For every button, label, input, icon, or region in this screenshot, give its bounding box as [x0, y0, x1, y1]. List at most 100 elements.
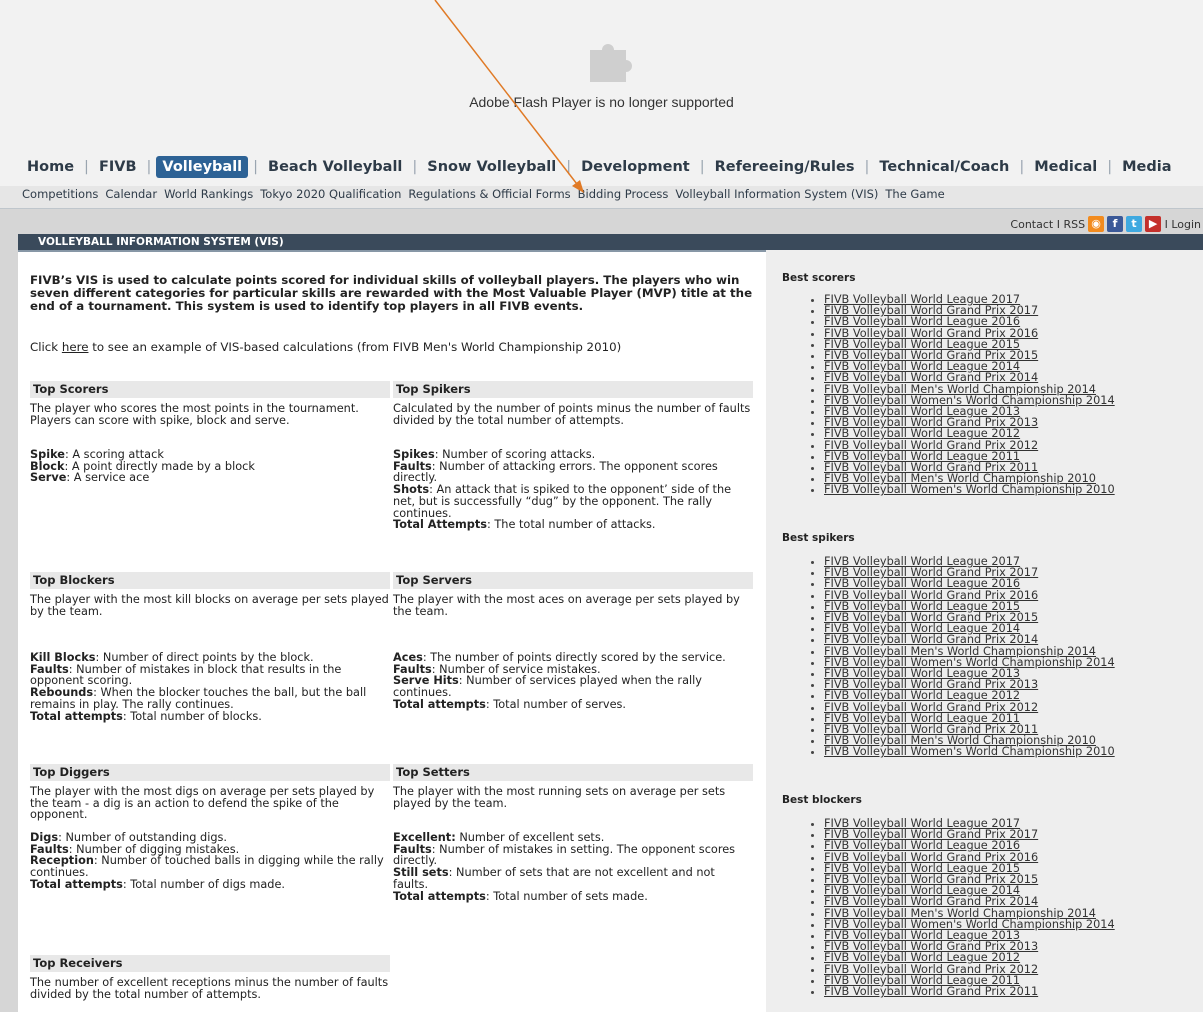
section-top-diggers: Top Diggers The player with the most digs…	[30, 764, 390, 891]
section-description: The number of excellent receptions minus…	[30, 976, 389, 1001]
best-scorers-heading: Best scorers	[782, 272, 856, 284]
sub-navigation: Competitions Calendar World Rankings Tokyo …	[0, 186, 1203, 209]
example-text-before: Click	[30, 340, 62, 354]
best-blockers-heading: Best blockers	[782, 794, 862, 806]
main-nav-label: Home	[27, 159, 75, 175]
main-nav-item-fivb[interactable]: FIVB	[94, 157, 142, 177]
section-description: The player with the most aces on average…	[393, 593, 740, 618]
section-top-spikers: Top Spikers Calculated by the number of p…	[393, 381, 753, 531]
nav-separator: |	[864, 159, 870, 175]
sidebar-link[interactable]: FIVB Volleyball World Grand Prix 2011	[824, 985, 1038, 998]
section-description: The player with the most running sets on…	[393, 785, 726, 810]
definition-text: : An attack that is spiked to the oppone…	[393, 483, 732, 520]
sub-nav-item-regulations-official-forms[interactable]: Regulations & Official Forms	[408, 187, 570, 201]
main-nav-label: Media	[1122, 159, 1172, 175]
section-heading: Top Servers	[393, 572, 753, 589]
definition-term: Total attempts	[30, 709, 123, 723]
youtube-icon[interactable]: ▶	[1145, 216, 1162, 232]
nav-separator: |	[1107, 159, 1113, 175]
separator: I	[1164, 217, 1168, 231]
definition-item: Faults: Number of mistakes in block that…	[30, 662, 390, 688]
example-text-after: to see an example of VIS-based calculati…	[88, 340, 622, 354]
best-spikers-list: FIVB Volleyball World League 2017FIVB Vo…	[766, 556, 1115, 758]
section-heading: Top Spikers	[393, 381, 753, 398]
section-top-receivers: Top Receivers The number of excellent rec…	[30, 955, 390, 1017]
definition-item: Total attempts: Total number of digs mad…	[30, 877, 390, 891]
rss-icon[interactable]: ◉	[1088, 216, 1105, 232]
section-description: The player who scores the most points in…	[30, 402, 359, 427]
main-nav-item-beach-volleyball[interactable]: Beach Volleyball	[263, 157, 407, 177]
intro-block: FIVB’s VIS is used to calculate points s…	[30, 274, 760, 313]
section-description: The player with the most digs on average…	[30, 785, 375, 822]
main-nav-item-media[interactable]: Media	[1117, 157, 1176, 177]
sub-nav-item-calendar[interactable]: Calendar	[105, 187, 157, 201]
definition-term: Total attempts	[30, 877, 123, 891]
definition-item: Total attempts: Total number of sets mad…	[393, 889, 753, 903]
separator: I	[1056, 217, 1060, 231]
nav-separator: |	[699, 159, 705, 175]
rss-link[interactable]: RSS	[1063, 218, 1085, 231]
login-link[interactable]: Login	[1171, 218, 1201, 231]
panel-title: VOLLEYBALL INFORMATION SYSTEM (VIS)	[38, 236, 284, 248]
here-link[interactable]: here	[62, 340, 89, 354]
definition-term: Total attempts	[393, 889, 486, 903]
definition-text: : Number of mistakes in block that resul…	[30, 662, 342, 688]
section-description: The player with the most kill blocks on …	[30, 593, 389, 618]
main-nav-item-snow-volleyball[interactable]: Snow Volleyball	[422, 157, 561, 177]
sub-nav-item-the-game[interactable]: The Game	[885, 187, 944, 201]
main-nav-item-development[interactable]: Development	[576, 157, 695, 177]
best-blockers-list: FIVB Volleyball World League 2017FIVB Vo…	[766, 818, 1115, 997]
contact-link[interactable]: Contact	[1010, 218, 1053, 231]
sidebar-list-item: FIVB Volleyball Women's World Championsh…	[824, 746, 1115, 757]
definition-item: Total attempts: Total number of serves.	[393, 697, 753, 711]
section-heading: Top Scorers	[30, 381, 390, 398]
definition-item: Still sets: Number of sets that are not …	[393, 867, 753, 890]
main-nav-item-medical[interactable]: Medical	[1029, 157, 1102, 177]
definition-text: : Total number of serves.	[485, 697, 626, 711]
sidebar: Best scorers FIVB Volleyball World Leagu…	[766, 250, 1203, 1012]
main-nav-item-technical-coach[interactable]: Technical/Coach	[874, 157, 1014, 177]
definition-item: Total Attempts: The total number of atta…	[393, 519, 753, 531]
best-spikers-heading: Best spikers	[782, 532, 855, 544]
main-nav-label: Beach Volleyball	[268, 159, 403, 175]
main-nav-item-volleyball[interactable]: Volleyball	[156, 156, 249, 178]
utility-links: Contact I RSS ◉ f t ▶ I Login	[1010, 216, 1201, 232]
section-top-setters: Top Setters The player with the most runn…	[393, 764, 753, 902]
definition-term: Serve	[30, 471, 67, 485]
sidebar-link[interactable]: FIVB Volleyball Women's World Championsh…	[824, 483, 1115, 496]
best-scorers-list: FIVB Volleyball World League 2017FIVB Vo…	[766, 294, 1115, 496]
definition-term: Total attempts	[393, 697, 486, 711]
nav-separator: |	[84, 159, 89, 175]
twitter-icon[interactable]: t	[1126, 216, 1143, 232]
main-navigation: Home | FIVB | Volleyball | Beach Volleyball | Sn…	[0, 150, 1203, 186]
sub-nav-item-volleyball-information-system-vis-[interactable]: Volleyball Information System (VIS)	[675, 187, 878, 201]
definition-item: Reception: Number of touched balls in di…	[30, 855, 390, 878]
definition-item: Serve: A service ace	[30, 472, 390, 484]
sidebar-link[interactable]: FIVB Volleyball Women's World Championsh…	[824, 745, 1115, 758]
sub-nav-item-bidding-process[interactable]: Bidding Process	[578, 187, 669, 201]
definition-text: : Number of attacking errors. The oppone…	[393, 459, 718, 485]
nav-separator: |	[1019, 159, 1025, 175]
definition-item: Shots: An attack that is spiked to the o…	[393, 484, 753, 519]
definition-text: : Total number of digs made.	[122, 877, 286, 891]
main-nav-label: Technical/Coach	[879, 159, 1010, 175]
sub-nav-item-competitions[interactable]: Competitions	[22, 187, 98, 201]
definition-item: Faults: Number of mistakes in setting. T…	[393, 842, 753, 868]
section-heading: Top Receivers	[30, 955, 390, 972]
nav-separator: |	[412, 159, 418, 175]
main-nav-item-home[interactable]: Home	[22, 157, 79, 177]
section-top-servers: Top Servers The player with the most aces…	[393, 572, 753, 711]
main-nav-label: FIVB	[98, 159, 137, 175]
sub-nav-item-world-rankings[interactable]: World Rankings	[164, 187, 253, 201]
definition-text: : Number of mistakes in setting. The opp…	[393, 842, 736, 868]
section-description: Calculated by the number of points minus…	[393, 402, 751, 427]
main-nav-label: Development	[581, 159, 690, 175]
main-nav-label: Refereeing/Rules	[714, 159, 855, 175]
main-nav-label: Volleyball	[156, 156, 249, 178]
main-nav-label: Medical	[1034, 159, 1098, 175]
sub-nav-item-tokyo-2020-qualification[interactable]: Tokyo 2020 Qualification	[260, 187, 401, 201]
facebook-icon[interactable]: f	[1107, 216, 1124, 232]
definition-text: : Total number of blocks.	[122, 709, 262, 723]
main-nav-item-refereeing-rules[interactable]: Refereeing/Rules	[710, 157, 860, 177]
definition-term: Total Attempts	[393, 518, 487, 532]
